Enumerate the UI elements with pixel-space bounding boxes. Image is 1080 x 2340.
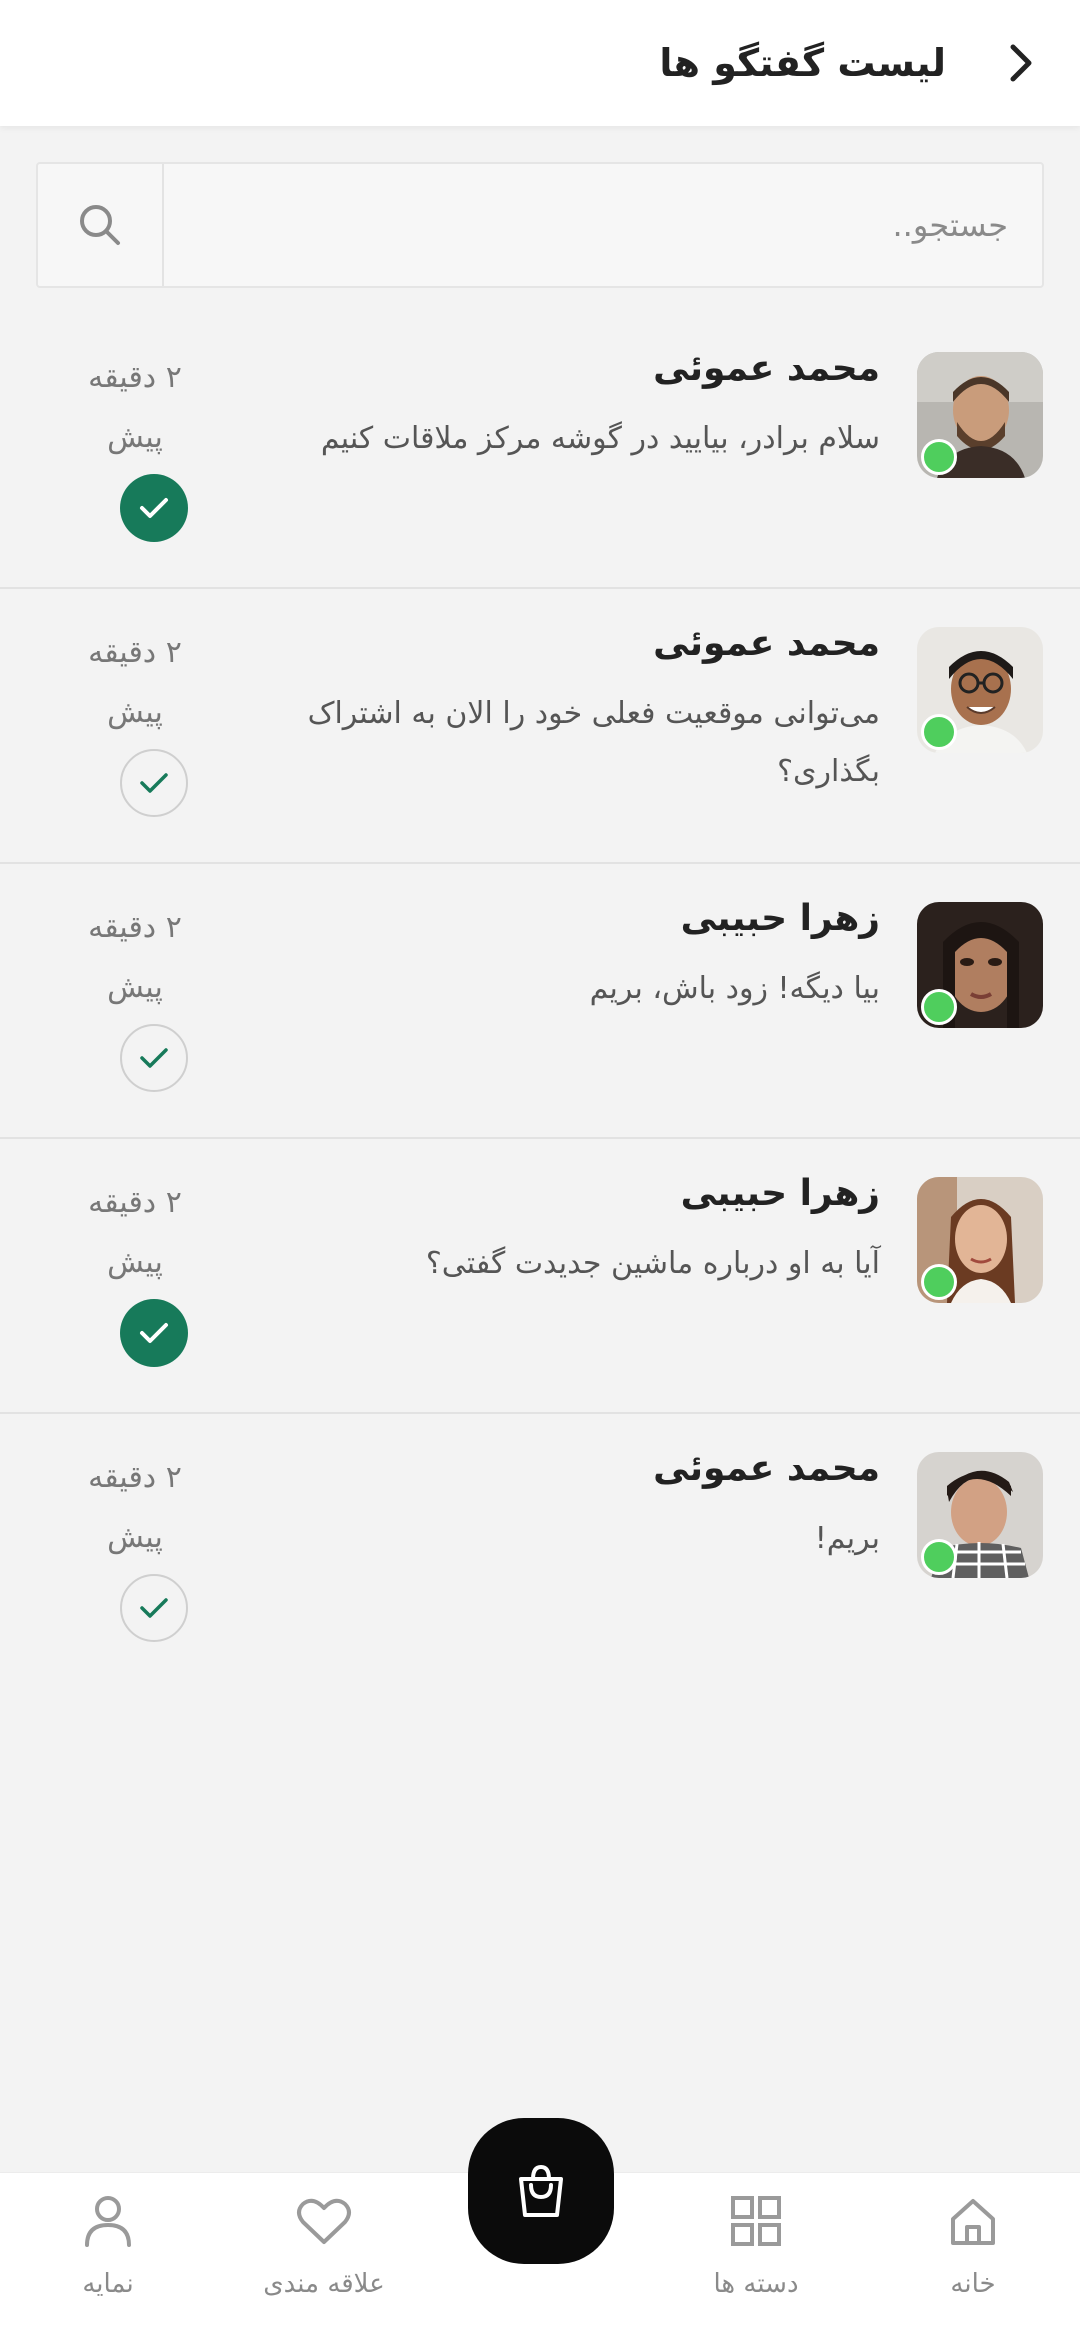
nav-label: نمایه [82,2269,134,2299]
online-indicator [921,439,957,475]
delivered-status-badge [120,1574,188,1642]
nav-item-favorites[interactable]: علاقه مندی [224,2191,424,2331]
read-status-badge [120,474,188,542]
conversation-row[interactable]: محمد عموئی بریم! ۲ دقیقه پیش [0,1414,1080,1689]
nav-item-categories[interactable]: دسته ها [656,2191,856,2331]
message-preview: بیا دیگه! زود باش، بریم [589,971,880,1006]
chat-list-screen: لیست گفتگو ها جستجو.. محمد عموئی سلام بر… [0,0,1080,2340]
message-preview: بریم! [814,1521,880,1556]
message-preview: سلام برادر، بیایید در گوشه مرکز ملاقات ک… [320,421,880,456]
search-input[interactable] [164,164,1042,286]
search-button[interactable] [38,164,164,286]
message-time: ۲ دقیقه پیش [88,635,182,730]
message-time: ۲ دقیقه پیش [88,1460,182,1555]
contact-name: زهرا حبیبی [680,1173,880,1214]
contact-name: محمد عموئی [653,623,880,664]
user-icon [78,2191,138,2251]
nav-item-home[interactable]: خانه [873,2191,1073,2331]
online-indicator [921,1539,957,1575]
app-header: لیست گفتگو ها [0,0,1080,126]
nav-label: علاقه مندی [263,2269,385,2299]
grid-icon [726,2191,786,2251]
online-indicator [921,1264,957,1300]
delivered-status-badge [120,749,188,817]
contact-name: زهرا حبیبی [680,898,880,939]
nav-label: خانه [950,2269,996,2299]
online-indicator [921,989,957,1025]
search-bar [36,162,1044,288]
online-indicator [921,714,957,750]
page-title: لیست گفتگو ها [659,41,946,85]
contact-name: محمد عموئی [653,1448,880,1489]
heart-icon [294,2191,354,2251]
check-icon [140,1323,168,1343]
nav-label: دسته ها [713,2269,799,2299]
conversation-row[interactable]: محمد عموئی سلام برادر، بیایید در گوشه مر… [0,314,1080,589]
message-time: ۲ دقیقه پیش [88,360,182,455]
read-status-badge [120,1299,188,1367]
check-icon [140,1048,168,1068]
nav-item-profile[interactable]: نمایه [8,2191,208,2331]
shopping-bag-icon [519,2164,563,2217]
check-icon [140,773,168,793]
message-preview: آیا به او درباره ماشین جدیدت گفتی؟ [425,1246,880,1281]
delivered-status-badge [120,1024,188,1092]
message-time: ۲ دقیقه پیش [88,1185,182,1280]
home-icon [943,2191,1003,2251]
conversation-row[interactable]: زهرا حبیبی بیا دیگه! زود باش، بریم ۲ دقی… [0,864,1080,1139]
conversation-row[interactable]: زهرا حبیبی آیا به او درباره ماشین جدیدت … [0,1139,1080,1414]
cart-button[interactable] [468,2118,614,2264]
contact-name: محمد عموئی [653,348,880,389]
search-icon [80,205,120,245]
message-preview: می‌توانی موقعیت فعلی خود را الان به اشتر… [307,696,880,789]
message-time: ۲ دقیقه پیش [88,910,182,1005]
conversation-row[interactable]: محمد عموئی می‌توانی موقعیت فعلی خود را ا… [0,589,1080,864]
chevron-right-icon [1010,44,1032,82]
conversation-list: محمد عموئی سلام برادر، بیایید در گوشه مر… [0,314,1080,1689]
check-icon [140,498,168,518]
check-icon [140,1598,168,1618]
back-button[interactable] [994,37,1046,89]
